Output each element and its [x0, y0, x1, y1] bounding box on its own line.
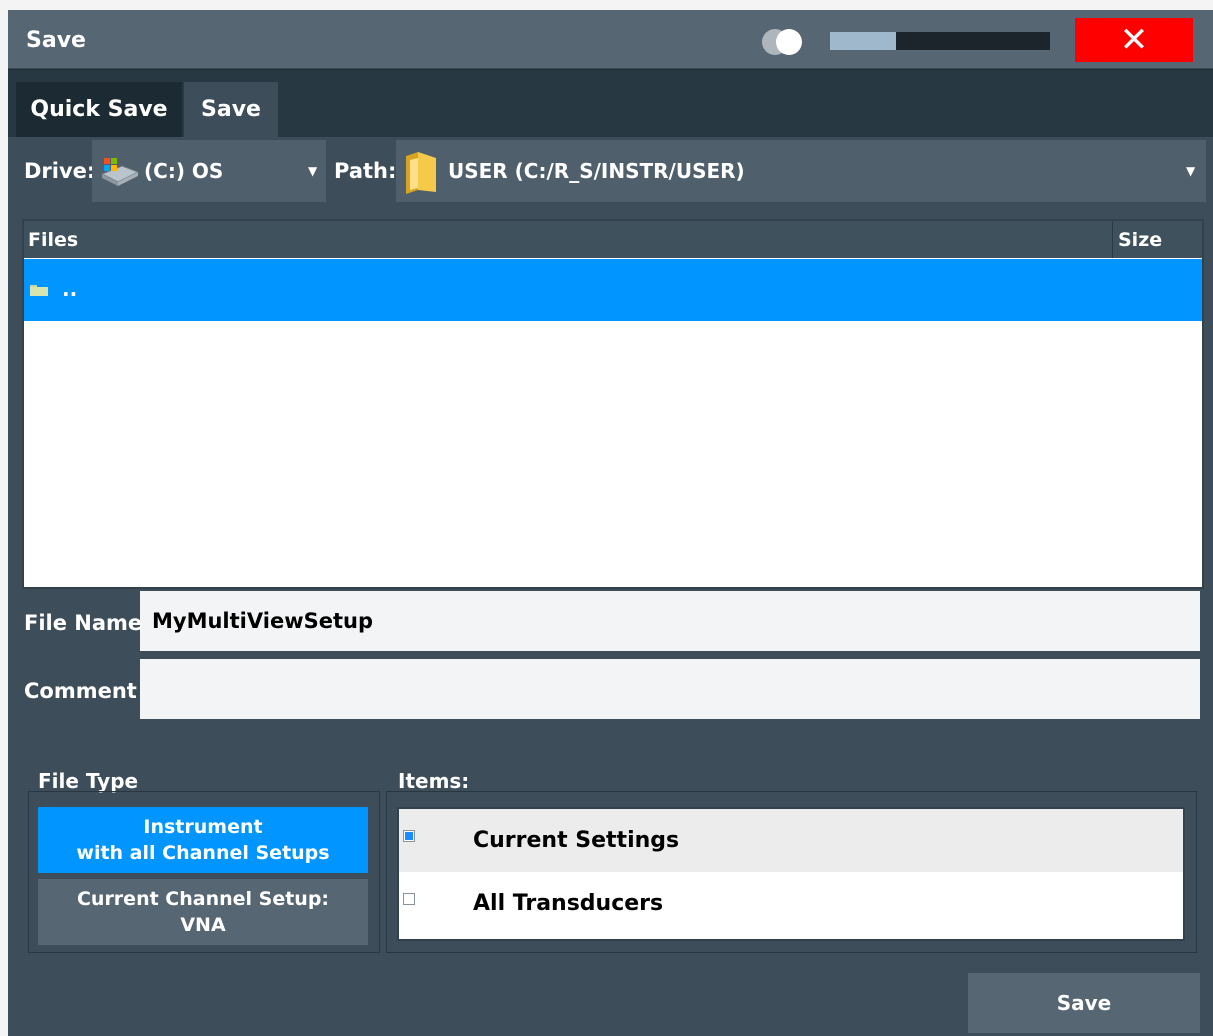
comment-input[interactable] — [140, 659, 1200, 719]
close-icon: ✕ — [1119, 20, 1149, 60]
transparency-slider[interactable] — [830, 32, 1050, 50]
comment-label: Comment — [24, 679, 137, 703]
file-name-label: File Name — [24, 611, 143, 635]
drive-dropdown[interactable]: (C:) OS ▼ — [92, 140, 326, 202]
items-list: Current Settings All Transducers — [397, 807, 1185, 941]
drive-label: Drive: — [24, 159, 96, 183]
chevron-down-icon: ▼ — [1186, 164, 1196, 178]
drive-value: (C:) OS — [144, 159, 224, 183]
title-bar: Save ✕ — [8, 10, 1213, 69]
folder-icon — [30, 285, 48, 296]
file-name-cell: .. — [62, 277, 78, 301]
file-type-label: File Type — [38, 769, 139, 793]
chevron-down-icon: ▼ — [308, 164, 318, 178]
dialog-title: Save — [26, 28, 86, 53]
file-type-channel-setup-button[interactable]: Current Channel Setup: VNA — [38, 879, 368, 945]
path-dropdown[interactable]: USER (C:/R_S/INSTR/USER) ▼ — [396, 140, 1206, 202]
checkbox-all-transducers[interactable] — [403, 893, 415, 905]
save-panel: Drive: (C:) OS ▼ Path: USER (C:/R_S/INST… — [8, 137, 1213, 1036]
item-all-transducers[interactable]: All Transducers — [399, 872, 1183, 935]
folder-icon — [406, 152, 436, 194]
path-value: USER (C:/R_S/INSTR/USER) — [448, 159, 745, 183]
file-row-parent[interactable]: .. — [24, 259, 1202, 321]
path-label: Path: — [334, 159, 397, 183]
files-list[interactable]: Files Size .. — [22, 219, 1204, 589]
column-header-files[interactable]: Files — [28, 229, 78, 251]
file-type-instrument-button[interactable]: Instrument with all Channel Setups — [38, 807, 368, 873]
save-button[interactable]: Save — [968, 973, 1200, 1033]
file-name-input[interactable] — [140, 591, 1200, 651]
tab-save[interactable]: Save — [184, 82, 278, 137]
tab-quick-save[interactable]: Quick Save — [16, 82, 182, 137]
drive-icon — [100, 158, 140, 186]
save-dialog: Save ✕ Quick Save Save Drive: (C:) OS ▼ … — [8, 10, 1213, 1036]
checkbox-current-settings[interactable] — [403, 830, 415, 842]
files-header: Files Size — [24, 221, 1202, 258]
item-current-settings[interactable]: Current Settings — [399, 809, 1183, 872]
transparency-slider-fill — [830, 32, 896, 50]
transparency-toggle-icon[interactable] — [760, 27, 816, 55]
close-button[interactable]: ✕ — [1075, 18, 1193, 62]
column-header-size[interactable]: Size — [1118, 229, 1162, 251]
tab-bar: Quick Save Save — [8, 70, 1213, 137]
items-label: Items: — [398, 769, 470, 793]
